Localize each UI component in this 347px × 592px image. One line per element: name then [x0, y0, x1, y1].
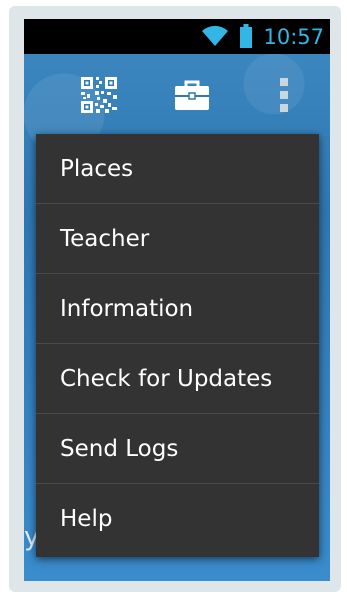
menu-item-places[interactable]: Places: [36, 134, 319, 204]
phone-screen: 10:57 y Places Teacher Information Check…: [24, 19, 330, 581]
menu-item-teacher[interactable]: Teacher: [36, 204, 319, 274]
menu-item-send-logs[interactable]: Send Logs: [36, 414, 319, 484]
status-time: 10:57: [263, 25, 324, 49]
wifi-icon: [202, 25, 228, 46]
overflow-menu: Places Teacher Information Check for Upd…: [36, 134, 319, 557]
briefcase-icon[interactable]: [175, 80, 209, 110]
menu-item-help[interactable]: Help: [36, 484, 319, 557]
menu-item-information[interactable]: Information: [36, 274, 319, 344]
overflow-menu-icon[interactable]: [279, 78, 289, 112]
action-bar: [24, 54, 330, 132]
battery-icon: [240, 24, 252, 48]
menu-item-check-for-updates[interactable]: Check for Updates: [36, 344, 319, 414]
status-bar: 10:57: [24, 19, 330, 54]
qr-code-icon[interactable]: [81, 77, 117, 113]
